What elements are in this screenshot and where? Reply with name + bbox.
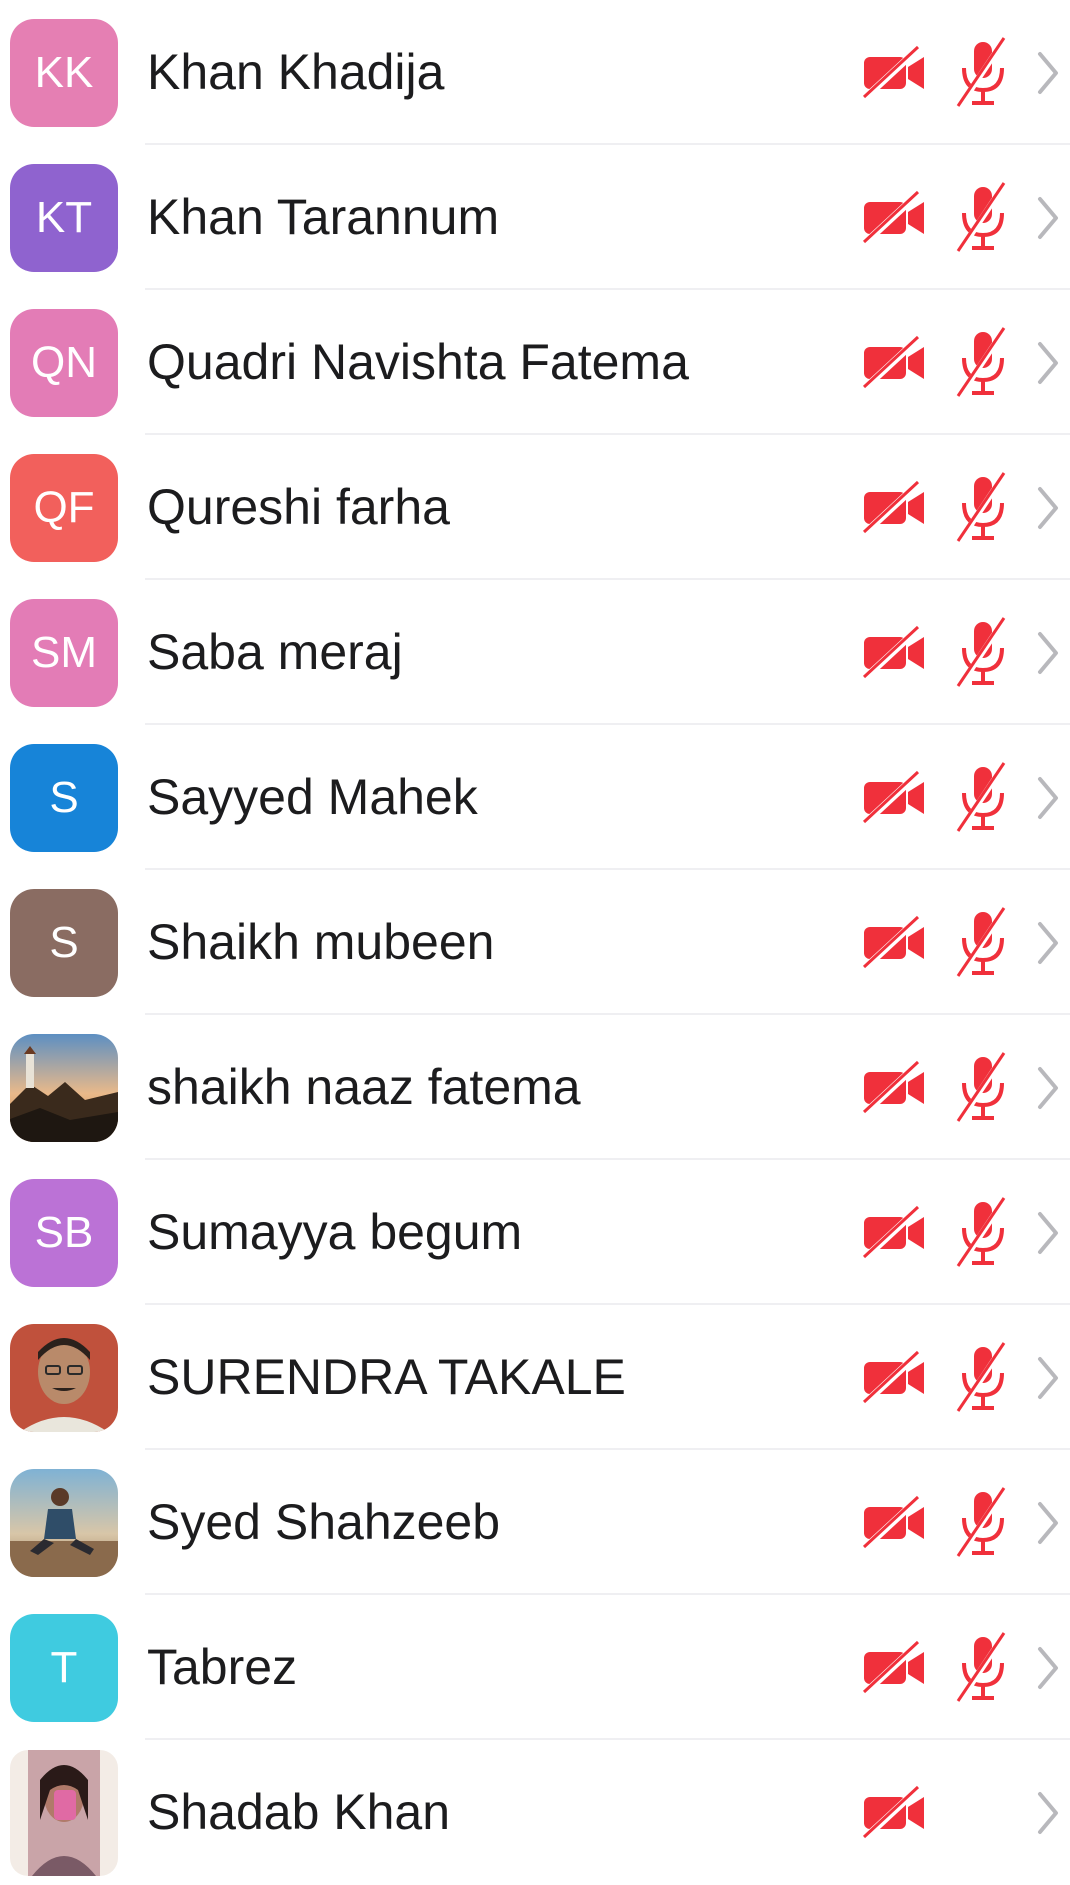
participant-row[interactable]: Syed Shahzeeb (0, 1450, 1070, 1595)
participant-row[interactable]: QF Qureshi farha (0, 435, 1070, 580)
mic-off-icon[interactable] (950, 617, 1016, 688)
mic-off-icon[interactable] (950, 472, 1016, 543)
avatar-initials: SM (31, 628, 97, 677)
avatar: S (10, 744, 118, 852)
participant-row[interactable]: SB Sumayya begum (0, 1160, 1070, 1305)
chevron-right-icon[interactable] (1034, 485, 1062, 531)
participant-name: Quadri Navishta Fatema (147, 334, 689, 390)
video-off-icon[interactable] (862, 1640, 928, 1696)
participant-row[interactable]: shaikh naaz fatema (0, 1015, 1070, 1160)
participant-name: Sayyed Mahek (147, 769, 478, 825)
participant-row[interactable]: S Sayyed Mahek (0, 725, 1070, 870)
avatar-photo (10, 1324, 118, 1432)
chevron-right-icon[interactable] (1034, 920, 1062, 966)
selfie-photo-icon (10, 1750, 118, 1876)
participant-row[interactable]: S Shaikh mubeen (0, 870, 1070, 1015)
mic-off-icon[interactable] (950, 1052, 1016, 1123)
participant-name: Shadab Khan (147, 1784, 451, 1840)
participant-name: shaikh naaz fatema (147, 1059, 581, 1115)
participant-name: Syed Shahzeeb (147, 1494, 501, 1550)
video-off-icon[interactable] (862, 45, 928, 101)
mic-off-icon[interactable] (950, 1197, 1016, 1268)
avatar: SB (10, 1179, 118, 1287)
video-off-icon[interactable] (862, 1785, 928, 1841)
video-off-icon[interactable] (862, 770, 928, 826)
avatar: KK (10, 19, 118, 127)
avatar: KT (10, 164, 118, 272)
participant-row[interactable]: Shadab Khan (0, 1740, 1070, 1885)
avatar-initials: S (49, 773, 79, 822)
chevron-right-icon[interactable] (1034, 1790, 1062, 1836)
participant-name: Khan Khadija (147, 44, 445, 100)
mic-off-icon[interactable] (950, 37, 1016, 108)
avatar: QF (10, 454, 118, 562)
video-off-icon[interactable] (862, 480, 928, 536)
participant-row[interactable]: KT Khan Tarannum (0, 145, 1070, 290)
chevron-right-icon[interactable] (1034, 1500, 1062, 1546)
avatar: T (10, 1614, 118, 1722)
participant-name: Qureshi farha (147, 479, 450, 535)
chevron-right-icon[interactable] (1034, 50, 1062, 96)
avatar-initials: KT (35, 193, 93, 242)
chevron-right-icon[interactable] (1034, 1355, 1062, 1401)
mic-off-icon[interactable] (950, 1632, 1016, 1703)
participant-name: Saba meraj (147, 624, 403, 680)
avatar-photo (10, 1750, 118, 1876)
chevron-right-icon[interactable] (1034, 630, 1062, 676)
video-off-icon[interactable] (862, 1350, 928, 1406)
avatar: QN (10, 309, 118, 417)
outdoor-photo-icon (10, 1469, 118, 1577)
video-off-icon[interactable] (862, 1060, 928, 1116)
avatar-initials: QF (33, 483, 95, 532)
mic-off-icon[interactable] (950, 327, 1016, 398)
avatar-initials: SB (34, 1208, 94, 1257)
participant-row[interactable]: T Tabrez (0, 1595, 1070, 1740)
participant-name: Tabrez (147, 1639, 298, 1695)
participant-row[interactable]: SURENDRA TAKALE (0, 1305, 1070, 1450)
avatar-photo (10, 1469, 118, 1577)
avatar-initials: T (50, 1643, 78, 1692)
video-off-icon[interactable] (862, 1205, 928, 1261)
chevron-right-icon[interactable] (1034, 1645, 1062, 1691)
video-off-icon[interactable] (862, 335, 928, 391)
chevron-right-icon[interactable] (1034, 340, 1062, 386)
mic-off-icon[interactable] (950, 762, 1016, 833)
participant-name: Khan Tarannum (147, 189, 500, 245)
video-off-icon[interactable] (862, 915, 928, 971)
participant-name: Sumayya begum (147, 1204, 523, 1260)
video-off-icon[interactable] (862, 625, 928, 681)
participant-name: Shaikh mubeen (147, 914, 495, 970)
avatar: S (10, 889, 118, 997)
chevron-right-icon[interactable] (1034, 1065, 1062, 1111)
participant-row[interactable]: QN Quadri Navishta Fatema (0, 290, 1070, 435)
chevron-right-icon[interactable] (1034, 195, 1062, 241)
participants-list: KK Khan Khadija KT Khan Tarannum QN Quad… (0, 0, 1070, 1885)
mic-off-icon[interactable] (950, 1487, 1016, 1558)
avatar-initials: QN (31, 338, 97, 387)
chevron-right-icon[interactable] (1034, 775, 1062, 821)
chevron-right-icon[interactable] (1034, 1210, 1062, 1256)
avatar: SM (10, 599, 118, 707)
mic-off-icon[interactable] (950, 1342, 1016, 1413)
participant-row[interactable]: SM Saba meraj (0, 580, 1070, 725)
avatar-photo (10, 1034, 118, 1142)
mic-off-icon[interactable] (950, 182, 1016, 253)
video-off-icon[interactable] (862, 1495, 928, 1551)
landscape-photo-icon (10, 1034, 118, 1142)
participant-row[interactable]: KK Khan Khadija (0, 0, 1070, 145)
avatar-initials: S (49, 918, 79, 967)
mic-off-icon[interactable] (950, 907, 1016, 978)
avatar-initials: KK (34, 48, 94, 97)
participant-name: SURENDRA TAKALE (147, 1349, 626, 1405)
video-off-icon[interactable] (862, 190, 928, 246)
portrait-photo-icon (10, 1324, 118, 1432)
